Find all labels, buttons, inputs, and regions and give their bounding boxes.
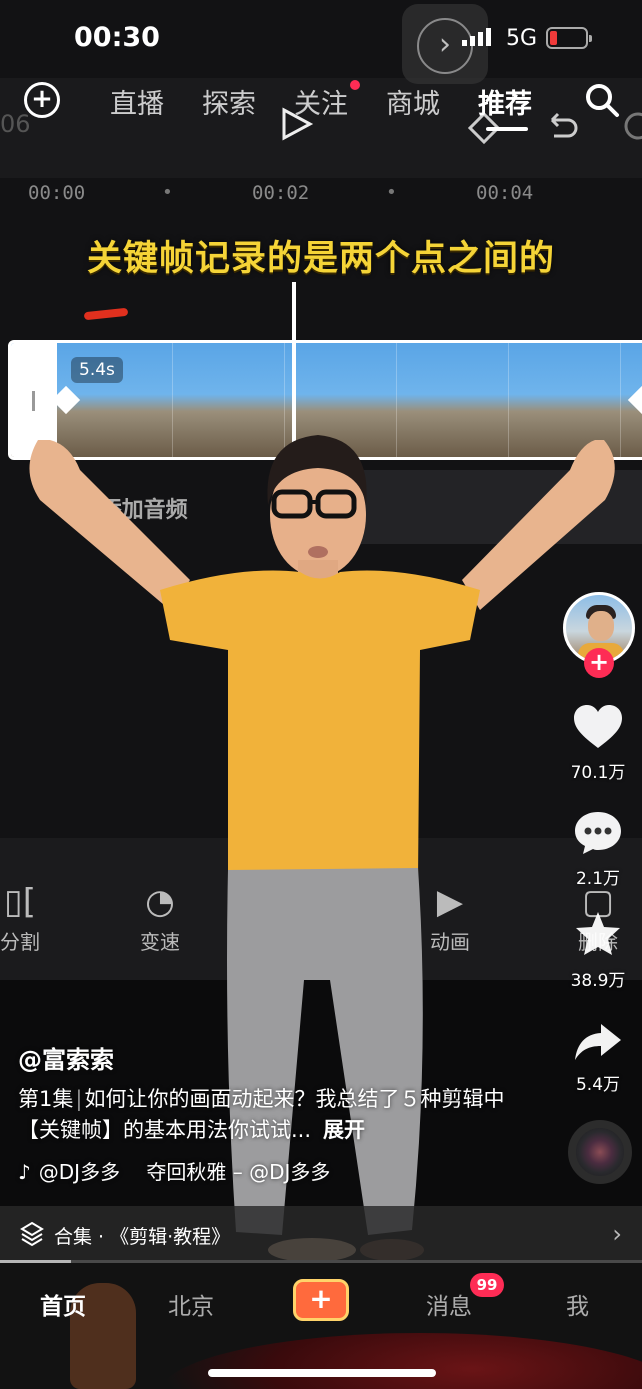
episode-label[interactable]: 第1集: [18, 1087, 73, 1111]
like-button[interactable]: 70.1万: [560, 704, 636, 783]
tab-explore[interactable]: 探索: [202, 82, 256, 121]
tab-messages[interactable]: 消息: [426, 1287, 472, 1321]
favorite-count: 38.9万: [570, 971, 626, 991]
description-text: 如何让你的画面动起来？我总结了５种剪辑中【关键帧】的基本用法你试试...: [18, 1087, 505, 1142]
signal-icon: [462, 28, 491, 46]
star-icon: [576, 912, 620, 955]
comment-icon: [575, 812, 621, 854]
tab-recommend[interactable]: 推荐: [478, 82, 532, 131]
separator: |: [75, 1087, 83, 1111]
music-text: @DJ多多 夺回秋雅 – @DJ多多: [38, 1160, 331, 1184]
layers-icon: [20, 1221, 44, 1247]
tab-label: 直播: [110, 89, 164, 120]
tab-following[interactable]: 关注: [294, 80, 360, 121]
author-name[interactable]: @富索索: [18, 1040, 114, 1075]
active-tab-indicator: [486, 127, 528, 131]
home-indicator: [208, 1369, 436, 1377]
search-icon[interactable]: [582, 80, 622, 120]
favorite-button[interactable]: 38.9万: [560, 910, 636, 991]
tab-mall[interactable]: 商城: [386, 82, 440, 121]
collection-label: 合集 · 《剪辑·教程》: [54, 1226, 231, 1248]
tab-label: 商城: [386, 89, 440, 120]
bottom-tab-bar: 首页 北京 + 消息 99 我: [0, 1263, 642, 1389]
tab-me[interactable]: 我: [566, 1287, 589, 1321]
status-bar: 00:30 › 5G: [0, 0, 642, 84]
expand-button[interactable]: 展开: [323, 1118, 365, 1142]
comment-count: 2.1万: [575, 869, 621, 889]
battery-icon: [546, 27, 592, 49]
tab-home[interactable]: 首页: [40, 1287, 86, 1321]
share-count: 5.4万: [575, 1075, 621, 1095]
comment-button[interactable]: 2.1万: [560, 810, 636, 889]
music-info[interactable]: ♪ @DJ多多 夺回秋雅 – @DJ多多: [18, 1156, 330, 1185]
chevron-right-icon: ›: [612, 1220, 622, 1248]
music-disc-icon[interactable]: [568, 1120, 632, 1184]
status-time: 00:30: [74, 22, 160, 53]
plus-circle-icon[interactable]: +: [24, 82, 60, 118]
tab-label: 探索: [202, 89, 256, 120]
tab-label: 关注: [294, 89, 348, 120]
share-button[interactable]: 5.4万: [560, 1022, 636, 1095]
create-button[interactable]: +: [293, 1279, 349, 1321]
heart-icon: [574, 705, 622, 748]
tiktok-note-icon: ♪: [18, 1160, 31, 1184]
top-nav: + 直播 探索 关注 商城 推荐: [0, 78, 642, 131]
follow-button[interactable]: +: [584, 648, 614, 678]
collection-bar[interactable]: 合集 · 《剪辑·教程》 ›: [0, 1206, 642, 1264]
tab-city[interactable]: 北京: [168, 1287, 214, 1321]
tab-label: 推荐: [478, 89, 532, 120]
notification-dot: [350, 80, 360, 90]
messages-badge: 99: [470, 1273, 504, 1297]
share-arrow-icon: [575, 1024, 621, 1060]
decor-wave: [160, 1333, 642, 1389]
like-count: 70.1万: [570, 763, 626, 783]
network-type: 5G: [506, 26, 538, 51]
post-description: 第1集|如何让你的画面动起来？我总结了５种剪辑中【关键帧】的基本用法你试试...…: [18, 1084, 538, 1146]
tab-live[interactable]: 直播: [110, 82, 164, 121]
